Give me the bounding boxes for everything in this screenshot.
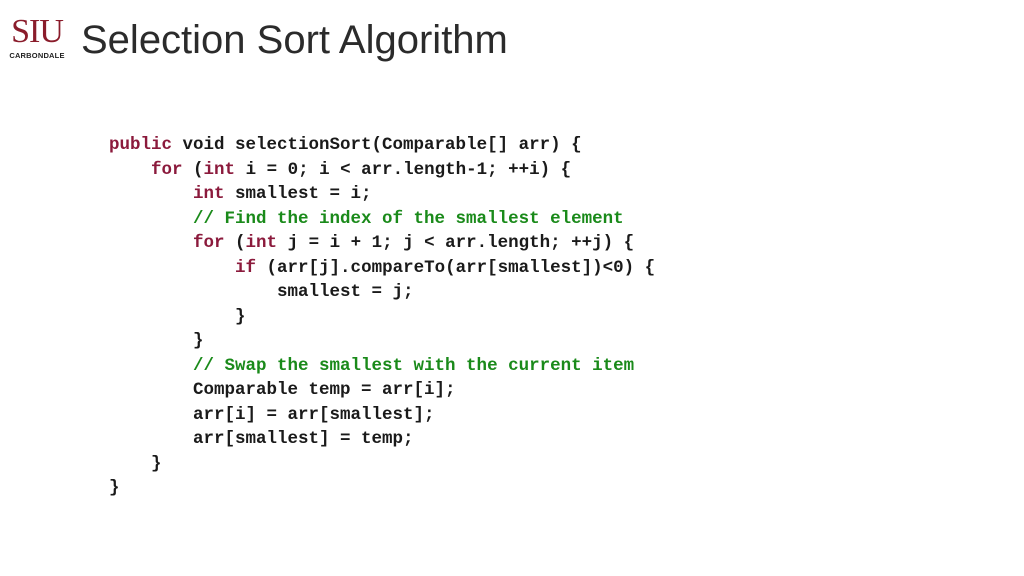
code-line: for (int i = 0; i < arr.length-1; ++i) { — [109, 158, 655, 183]
code-line: for (int j = i + 1; j < arr.length; ++j)… — [109, 231, 655, 256]
code-line: int smallest = i; — [109, 182, 655, 207]
code-text: arr[i] = arr[smallest]; — [193, 404, 435, 425]
logo-mark: SIU — [11, 13, 64, 50]
code-text: } — [151, 453, 162, 474]
code-keyword: for — [193, 233, 225, 253]
code-text: j = i + 1; j < arr.length; ++j) { — [277, 233, 635, 253]
siu-logo: SIU CARBONDALE — [4, 13, 70, 61]
code-line: smallest = j; — [109, 280, 655, 305]
code-text: void selectionSort(Comparable[] arr) { — [172, 135, 582, 155]
code-block: public void selectionSort(Comparable[] a… — [109, 133, 655, 501]
code-text: Comparable temp = arr[i]; — [193, 380, 456, 400]
code-text: i = 0; i < arr.length-1; ++i) { — [235, 159, 572, 180]
code-text: } — [235, 306, 246, 327]
code-keyword: int — [193, 184, 225, 204]
code-line: public void selectionSort(Comparable[] a… — [109, 133, 655, 158]
code-line: arr[i] = arr[smallest]; — [109, 403, 655, 428]
code-line: Comparable temp = arr[i]; — [109, 378, 655, 403]
code-line: // Swap the smallest with the current it… — [109, 354, 655, 379]
slide-title: Selection Sort Algorithm — [81, 18, 508, 62]
code-comment: // Find the index of the smallest elemen… — [193, 208, 624, 229]
code-comment: // Swap the smallest with the current it… — [193, 355, 635, 376]
code-line: // Find the index of the smallest elemen… — [109, 207, 655, 232]
code-keyword: int — [203, 159, 236, 180]
code-line: } — [109, 476, 655, 501]
code-text: smallest = i; — [224, 184, 372, 204]
code-text: ( — [182, 159, 204, 180]
code-keyword: if — [235, 257, 257, 278]
code-text: ( — [224, 233, 246, 253]
code-text: } — [109, 478, 120, 498]
code-keyword: int — [245, 233, 278, 253]
code-line: } — [109, 329, 655, 354]
code-text: (arr[j].compareTo(arr[smallest])<0) { — [256, 257, 656, 278]
code-line: } — [109, 305, 655, 330]
code-line: if (arr[j].compareTo(arr[smallest])<0) { — [109, 256, 655, 281]
code-keyword: for — [151, 159, 183, 180]
code-text: smallest = j; — [277, 282, 414, 302]
logo-subtitle: CARBONDALE — [9, 51, 65, 60]
code-text: } — [193, 331, 204, 351]
code-line: arr[smallest] = temp; — [109, 427, 655, 452]
code-keyword: public — [109, 135, 173, 155]
code-text: arr[smallest] = temp; — [193, 429, 414, 449]
code-line: } — [109, 452, 655, 477]
